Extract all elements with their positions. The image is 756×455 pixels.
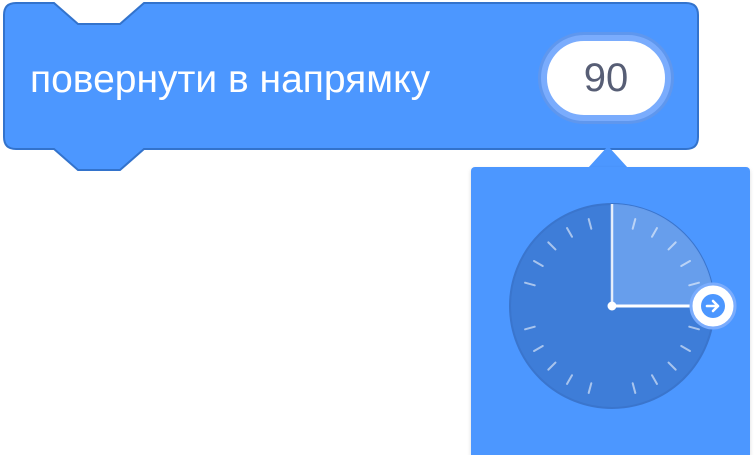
direction-input[interactable]: 90: [541, 35, 671, 121]
dial-center: [607, 301, 617, 311]
angle-picker-dropdown: [471, 167, 750, 455]
arrow-right-icon[interactable]: [689, 282, 737, 330]
angle-dial[interactable]: [471, 167, 750, 455]
direction-value: 90: [583, 55, 629, 100]
block-label: повернути в напрямку: [30, 58, 431, 101]
scratch-block-workspace: повернути в напрямку 90: [0, 0, 756, 455]
